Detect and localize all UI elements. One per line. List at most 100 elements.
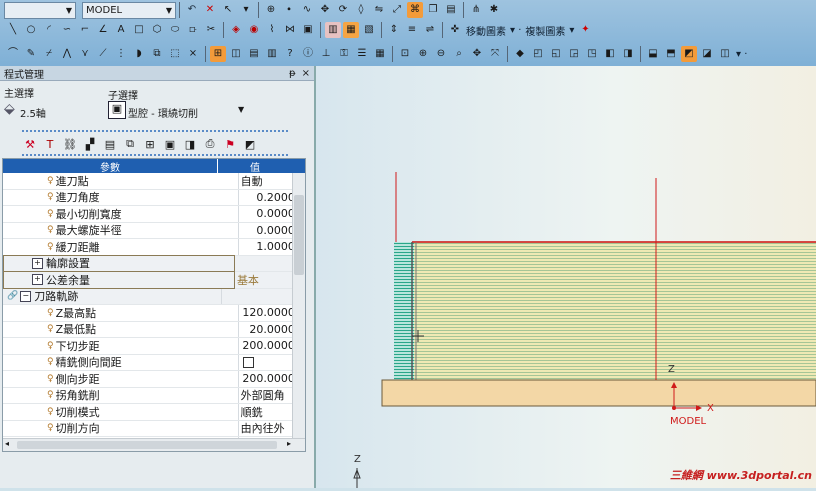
rect-icon[interactable]: □ (131, 22, 147, 38)
save-icon[interactable]: ▣ (162, 136, 178, 152)
parameter-row[interactable]: ♀進刀角度0.2000ʃ (3, 189, 305, 206)
parameter-row[interactable]: ♀Z最高點120.0000ʃ (3, 305, 305, 322)
move-entity-icon[interactable]: ✜ (447, 22, 463, 38)
star-icon[interactable]: ✦ (577, 22, 593, 38)
line-icon[interactable]: ╲ (5, 22, 21, 38)
parameter-row[interactable]: ♀下切步距200.0000ʃ (3, 338, 305, 355)
pan-icon[interactable]: ✥ (469, 46, 485, 62)
operation-icon[interactable]: ◫ (228, 46, 244, 62)
model-combo[interactable]: MODEL ▼ (82, 1, 176, 19)
loft-icon[interactable]: ⋈ (282, 22, 298, 38)
curve-icon[interactable]: ∿ (299, 2, 315, 18)
rotate-icon[interactable]: ⟳ (335, 2, 351, 18)
mirror2-icon[interactable]: ⇌ (422, 22, 438, 38)
copy-entity-label[interactable]: 複製圖素 (523, 23, 567, 38)
ellipse-icon[interactable]: ⬭ (167, 22, 183, 38)
checkbox[interactable] (242, 356, 254, 368)
parameter-row[interactable]: + 公差余量 基本 (3, 271, 305, 289)
scroll-thumb[interactable] (294, 195, 304, 275)
revolve-icon[interactable]: ◉ (246, 22, 262, 38)
copy-icon[interactable]: ❐ (425, 2, 441, 18)
zoom-icon[interactable]: ⌕ (451, 46, 467, 62)
move-icon[interactable]: ✥ (317, 2, 333, 18)
params-icon[interactable]: ▤ (102, 136, 118, 152)
zoom-window-icon[interactable]: ⊡ (397, 46, 413, 62)
mirror-icon[interactable]: ⇋ (371, 2, 387, 18)
horizontal-scrollbar[interactable]: ◂ ▸ (3, 438, 305, 451)
link-icon[interactable]: ⧉ (122, 136, 138, 152)
parameter-row[interactable]: ♀ 拐角銑削 外部圓角 (3, 387, 305, 404)
info-icon[interactable]: ⓘ (300, 46, 316, 62)
highlight-icon[interactable]: ⌘ (407, 2, 423, 18)
parameter-row[interactable]: ♀ 精銑側向間距 (3, 354, 305, 371)
list-icon[interactable]: ▦ (372, 46, 388, 62)
extrude-icon[interactable]: ◈ (228, 22, 244, 38)
simulate-icon[interactable]: ◨ (182, 136, 198, 152)
modify-icon[interactable]: ⋎ (77, 46, 93, 62)
parameter-row[interactable]: ♀ 切削模式 順銑 (3, 404, 305, 421)
mesh-icon[interactable]: ▧ (361, 22, 377, 38)
chamfer-icon[interactable]: ∠ (95, 22, 111, 38)
zoom-out-icon[interactable]: ⊖ (433, 46, 449, 62)
snap-icon[interactable]: ⊕ (263, 2, 279, 18)
arc-icon[interactable]: ◜ (41, 22, 57, 38)
transform-icon[interactable]: ⇕ (386, 22, 402, 38)
circle-icon[interactable]: ○ (23, 22, 39, 38)
parameter-row[interactable]: ♀Z最低點20.0000ʃ (3, 321, 305, 338)
layers-icon[interactable]: ☰ (354, 46, 370, 62)
text-icon[interactable]: A (113, 22, 129, 38)
solid-icon[interactable]: ▦ (343, 22, 359, 38)
tool-icon[interactable]: ⚒ (22, 136, 38, 152)
chain-icon[interactable]: ⛓ (62, 136, 78, 152)
post-icon[interactable]: ▥ (264, 46, 280, 62)
cursor-icon[interactable]: ↖ (220, 2, 236, 18)
shaded-icon[interactable]: ◩ (681, 46, 697, 62)
offset-icon[interactable]: ⟥ (185, 22, 201, 38)
fillet-icon[interactable]: ⌐ (77, 22, 93, 38)
run-icon[interactable]: ⚑ (222, 136, 238, 152)
main-select-value[interactable]: 2.5軸 (20, 105, 46, 120)
collapse-icon[interactable]: − (20, 290, 32, 302)
parameter-row[interactable]: ♀緩刀距離1.0000ʃ (3, 239, 305, 256)
parameter-row[interactable]: 🔗 − 刀路軌跡 (3, 288, 305, 305)
toolpath-icon[interactable]: ⊞ (210, 46, 226, 62)
left-view-icon[interactable]: ◳ (584, 46, 600, 62)
extend-icon[interactable]: ⟋ (95, 46, 111, 62)
blend-icon[interactable]: ◗ (131, 46, 147, 62)
scroll-right-icon[interactable]: ▸ (287, 439, 291, 448)
top-view-icon[interactable]: ◰ (530, 46, 546, 62)
scroll-left-icon[interactable]: ◂ (5, 439, 9, 448)
geometry-icon[interactable]: ▞ (82, 136, 98, 152)
paste-icon[interactable]: ▤ (443, 2, 459, 18)
lock-icon[interactable]: ⚿ (336, 46, 352, 62)
fit-icon[interactable]: ⤧ (487, 46, 503, 62)
parameter-row[interactable]: + 輪廓設置 (3, 254, 305, 272)
chevron-down-icon[interactable]: ▼ (238, 105, 244, 114)
point-icon[interactable]: ∙ (281, 2, 297, 18)
expand-icon[interactable]: + (32, 274, 43, 286)
iso-view-icon[interactable]: ◆ (512, 46, 528, 62)
help-icon[interactable]: ? (282, 46, 298, 62)
front-view-icon[interactable]: ◱ (548, 46, 564, 62)
depth-icon[interactable]: ⊞ (142, 136, 158, 152)
scale-icon[interactable]: ⤢ (389, 2, 405, 18)
close-icon[interactable]: × (302, 68, 310, 79)
verify-icon[interactable]: ▤ (246, 46, 262, 62)
reset-icon[interactable]: ◩ (242, 136, 258, 152)
right-view-icon[interactable]: ◲ (566, 46, 582, 62)
parameter-row[interactable]: ♀ 進刀點 自動 (3, 173, 305, 190)
parameter-row[interactable]: ♀側向步距200.0000ʃ (3, 371, 305, 388)
trim-icon[interactable]: ✂ (203, 22, 219, 38)
polygon-icon[interactable]: ⬡ (149, 22, 165, 38)
settings-icon[interactable]: ✱ (486, 2, 502, 18)
zoom-in-icon[interactable]: ⊕ (415, 46, 431, 62)
measure-icon[interactable]: ⊥ (318, 46, 334, 62)
select-icon[interactable]: ◊ (353, 2, 369, 18)
pin-icon[interactable]: ᵽ (289, 68, 296, 79)
draw-icon[interactable]: ✎ (23, 46, 39, 62)
shell-icon[interactable]: ▣ (300, 22, 316, 38)
hidden-icon[interactable]: ◫ (717, 46, 733, 62)
back-view-icon[interactable]: ◨ (620, 46, 636, 62)
intersect-icon[interactable]: ⨯ (185, 46, 201, 62)
holder-icon[interactable]: T (42, 136, 58, 152)
